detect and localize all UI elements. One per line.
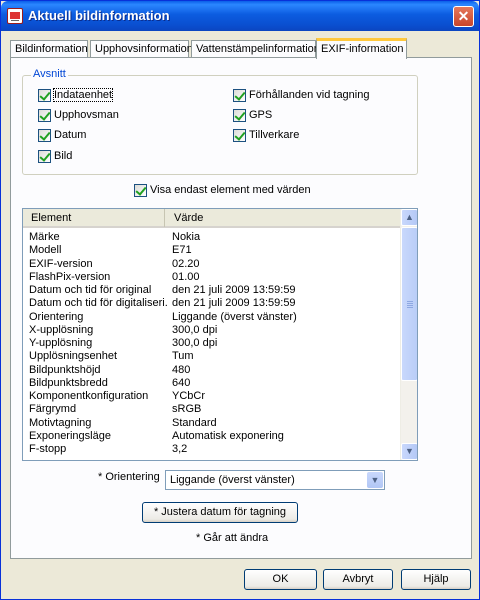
help-button[interactable]: Hjälp bbox=[401, 569, 471, 590]
checkbox-label: Förhållanden vid tagning bbox=[249, 89, 370, 101]
column-header-value[interactable]: Värde bbox=[166, 209, 401, 227]
checkmark-icon bbox=[38, 150, 51, 163]
checkbox-label: Tillverkare bbox=[249, 129, 300, 141]
checkmark-icon bbox=[38, 129, 51, 142]
exif-list[interactable]: Element Värde Märke Nokia Modell E71 EXIF-ve… bbox=[22, 208, 418, 461]
row-element: Komponentkonfiguration bbox=[29, 390, 149, 402]
row-element: Modell bbox=[29, 244, 62, 257]
orientation-selected-value: Liggande (överst vänster) bbox=[170, 474, 295, 486]
scroll-up-icon[interactable]: ▲ bbox=[401, 209, 417, 226]
checkmark-icon bbox=[233, 129, 246, 142]
table-row[interactable]: EXIF-version 02.20 bbox=[23, 258, 401, 271]
tab-vattenstampelinformation[interactable]: Vattenstämpelinformation bbox=[191, 40, 320, 58]
table-row[interactable]: X-upplösning 300,0 dpi bbox=[23, 324, 401, 337]
tab-upphovsinformation[interactable]: Upphovsinformation bbox=[90, 40, 193, 58]
row-value: 01.00 bbox=[172, 270, 200, 283]
row-value: den 21 juli 2009 13:59:59 bbox=[172, 284, 296, 296]
ok-button[interactable]: OK bbox=[244, 569, 317, 590]
row-value: 3,2 bbox=[172, 443, 188, 455]
app-icon bbox=[7, 8, 23, 24]
row-element: F-stopp bbox=[29, 443, 67, 455]
table-row[interactable]: Färgrymd sRGB bbox=[23, 403, 401, 416]
row-element: X-upplösning bbox=[29, 323, 94, 336]
row-value: sRGB bbox=[172, 403, 202, 416]
row-value: 02.20 bbox=[172, 257, 200, 270]
table-row[interactable]: Bildpunktshöjd 480 bbox=[23, 364, 401, 377]
list-header: Element Värde bbox=[23, 209, 401, 228]
sections-legend: Avsnitt bbox=[31, 68, 68, 80]
table-row[interactable]: Exponeringsläge Automatisk exponering bbox=[23, 430, 401, 443]
row-element: Exponeringsläge bbox=[29, 429, 111, 442]
table-row[interactable]: Märke Nokia bbox=[23, 231, 401, 244]
table-row[interactable]: Y-upplösning 300,0 dpi bbox=[23, 337, 401, 350]
row-value: YCbCr bbox=[172, 390, 206, 402]
checkmark-icon bbox=[233, 109, 246, 122]
row-value: Liggande (överst vänster) bbox=[172, 310, 297, 323]
checkmark-icon bbox=[38, 89, 51, 102]
checkbox-label: Indataenhet bbox=[52, 88, 114, 102]
checkbox-label: Bild bbox=[54, 150, 73, 162]
table-row[interactable]: Datum och tid för digitaliseri... den 21 … bbox=[23, 297, 401, 310]
orientation-select[interactable]: Liggande (överst vänster) ▼ bbox=[165, 470, 385, 490]
table-row[interactable]: Bildpunktsbredd 640 bbox=[23, 377, 401, 390]
row-element: Upplösningsenhet bbox=[29, 350, 118, 363]
row-element: Bildpunktsbredd bbox=[29, 376, 108, 389]
row-element: Färgrymd bbox=[29, 403, 77, 416]
window-title: Aktuell bildinformation bbox=[28, 8, 170, 23]
scroll-down-icon[interactable]: ▼ bbox=[401, 443, 417, 460]
column-header-element[interactable]: Element bbox=[23, 209, 165, 227]
table-row[interactable]: Orientering Liggande (överst vänster) bbox=[23, 311, 401, 324]
row-element: FlashPix-version bbox=[29, 270, 111, 283]
row-value: Automatisk exponering bbox=[172, 429, 284, 442]
row-value: den 21 juli 2009 13:59:59 bbox=[172, 297, 296, 310]
row-value: Tum bbox=[172, 350, 194, 363]
editable-note: * Går att ändra bbox=[196, 532, 269, 544]
row-element: Motivtagning bbox=[29, 416, 92, 429]
row-value: 640 bbox=[172, 376, 191, 389]
table-row[interactable]: Komponentkonfiguration YCbCr bbox=[23, 390, 401, 403]
checkbox-label: Datum bbox=[54, 129, 87, 141]
close-button[interactable]: ✕ bbox=[453, 6, 474, 27]
table-row[interactable]: Motivtagning Standard bbox=[23, 417, 401, 430]
row-element: Y-upplösning bbox=[29, 337, 93, 349]
adjust-date-button[interactable]: * Justera datum för tagning bbox=[142, 502, 298, 523]
row-value: 300,0 dpi bbox=[172, 337, 218, 349]
table-row[interactable]: F-stopp 3,2 bbox=[23, 443, 401, 456]
table-row[interactable]: Upplösningsenhet Tum bbox=[23, 350, 401, 363]
table-row[interactable]: Modell E71 bbox=[23, 244, 401, 257]
table-row[interactable]: FlashPix-version 01.00 bbox=[23, 271, 401, 284]
row-element: Datum och tid för original bbox=[29, 284, 152, 296]
title-bar[interactable]: Aktuell bildinformation ✕ bbox=[1, 1, 479, 31]
checkbox-label: GPS bbox=[249, 109, 273, 121]
checkmark-icon bbox=[233, 89, 246, 102]
row-value: 480 bbox=[172, 363, 191, 376]
chevron-down-icon[interactable]: ▼ bbox=[367, 472, 383, 488]
tab-bildinformation[interactable]: Bildinformation bbox=[10, 40, 88, 58]
row-element: Orientering bbox=[29, 310, 84, 323]
vertical-scrollbar[interactable]: ▲ ▼ bbox=[400, 209, 417, 460]
orientation-label: * Orientering bbox=[98, 471, 160, 483]
row-value: Nokia bbox=[172, 231, 201, 243]
scroll-thumb[interactable] bbox=[401, 227, 417, 381]
row-value: 300,0 dpi bbox=[172, 323, 218, 336]
row-element: Datum och tid för digitaliseri... bbox=[29, 297, 167, 310]
checkmark-icon bbox=[38, 109, 51, 122]
row-element: Bildpunktshöjd bbox=[29, 363, 101, 376]
close-icon: ✕ bbox=[457, 8, 470, 24]
checkmark-icon bbox=[134, 184, 147, 197]
checkbox-label: Visa endast element med värden bbox=[150, 184, 311, 196]
row-value: E71 bbox=[172, 244, 192, 257]
checkbox-label: Upphovsman bbox=[54, 109, 119, 121]
tab-exif-information[interactable]: EXIF-information bbox=[316, 38, 407, 59]
row-element: Märke bbox=[29, 231, 60, 243]
cancel-button[interactable]: Avbryt bbox=[323, 569, 393, 590]
dialog-window: Aktuell bildinformation ✕ Bildinformatio… bbox=[0, 0, 480, 600]
row-value: Standard bbox=[172, 416, 217, 429]
table-row[interactable]: Datum och tid för original den 21 juli 20… bbox=[23, 284, 401, 297]
row-element: EXIF-version bbox=[29, 257, 93, 270]
